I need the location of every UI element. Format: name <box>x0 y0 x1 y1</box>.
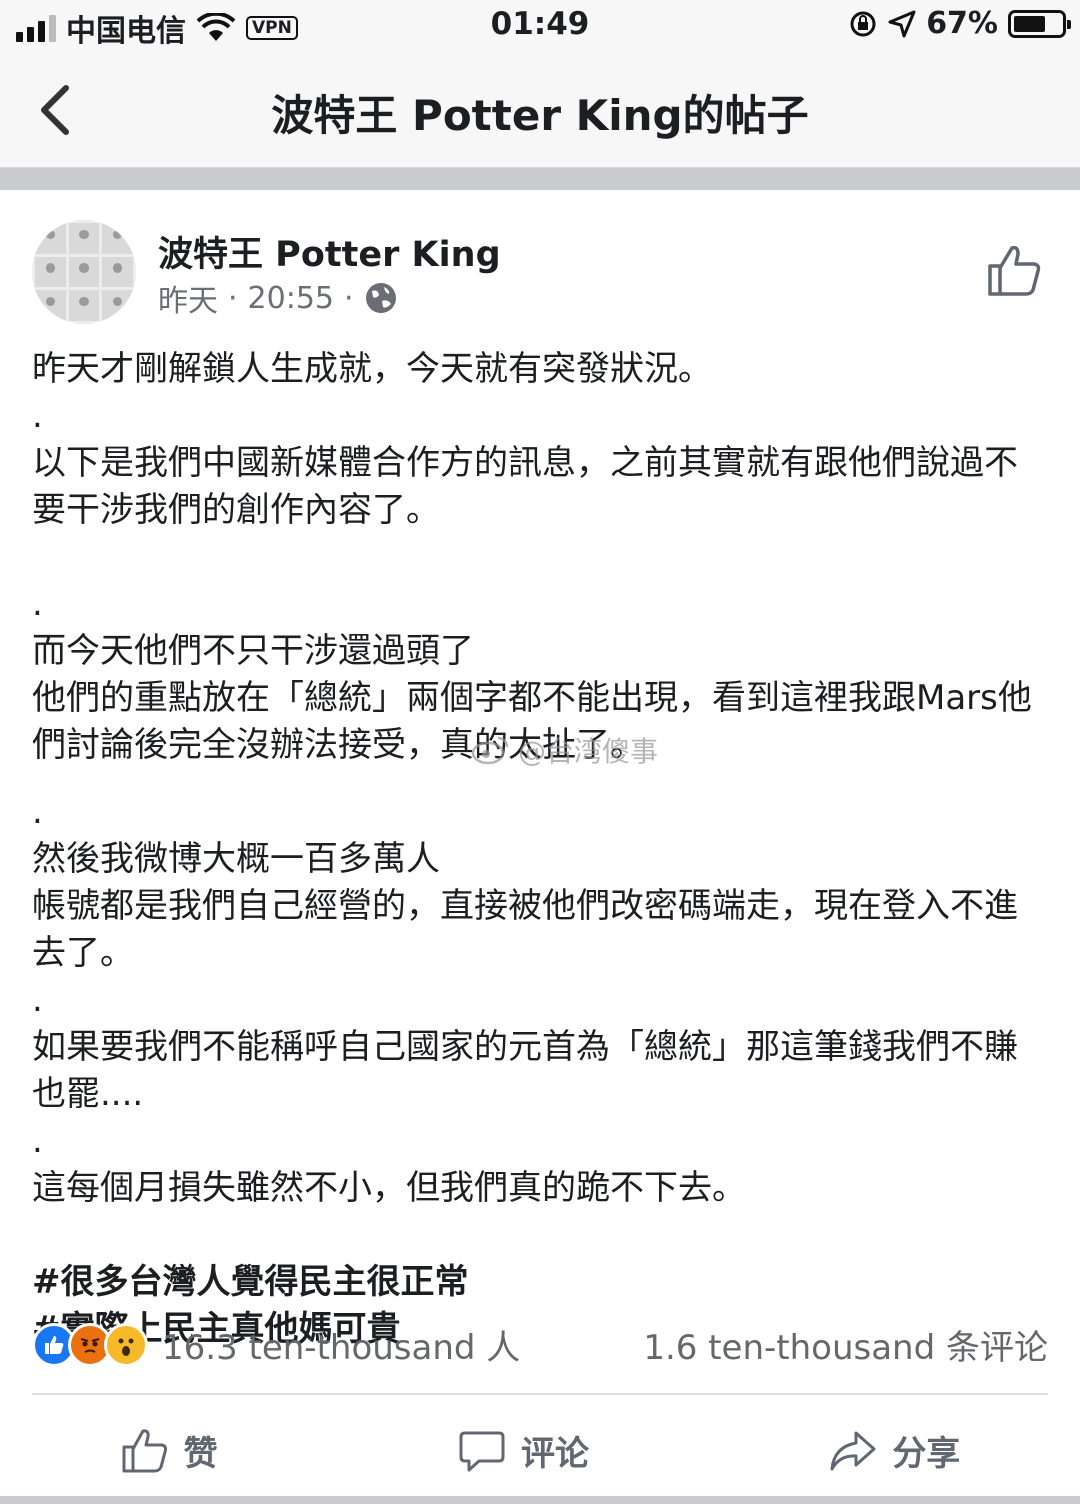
battery-percent: 67% <box>926 6 998 41</box>
divider <box>32 1393 1048 1395</box>
navigation-bar: 波特王 Potter King的帖子 <box>0 50 1080 168</box>
thumbs-up-icon <box>122 1429 167 1473</box>
post-line: . <box>32 792 43 832</box>
comments-count[interactable]: 1.6 ten-thousand 条评论 <box>643 1320 1048 1369</box>
battery-icon <box>1008 9 1071 38</box>
thumbs-up-icon[interactable] <box>984 240 1044 300</box>
post-line: 這每個月損失雖然不小，但我們真的跪不下去。 <box>32 1168 746 1208</box>
meta-separator: · <box>228 280 238 316</box>
status-right: 67% <box>848 6 1071 41</box>
comment-label: 评论 <box>520 1433 589 1474</box>
like-label: 赞 <box>183 1433 218 1474</box>
post-line: 然後我微博大概一百多萬人 <box>32 839 440 879</box>
like-button[interactable]: 赞 <box>120 1425 218 1475</box>
post-line: . <box>32 584 43 624</box>
post-line: 以下是我們中國新媒體合作方的訊息，之前其實就有跟他們說過不要干涉我們的創作內容了… <box>32 443 1018 530</box>
location-icon <box>888 10 916 37</box>
share-button[interactable]: 分享 <box>828 1425 960 1475</box>
post-line: . <box>32 396 43 436</box>
action-bar: 赞 评论 分享 <box>0 1405 1080 1495</box>
hashtag-link[interactable]: #很多台灣人覺得民主很正常 <box>32 1259 1048 1306</box>
bottom-divider <box>0 1496 1080 1504</box>
section-divider <box>0 168 1080 190</box>
reactions-summary[interactable]: 16.3 ten-thousand 人 <box>32 1320 520 1369</box>
weibo-logo-icon <box>471 736 509 765</box>
battery-fill <box>1014 15 1045 32</box>
post-time[interactable]: 20:55 <box>248 281 334 316</box>
post-line: 帳號都是我們自己經營的，直接被他們改密碼端走，現在登入不進去了。 <box>32 886 1018 973</box>
watermark: @台湾傻事 <box>470 730 658 770</box>
post-body: 昨天才剛解鎖人生成就，今天就有突發狀況。 . 以下是我們中國新媒體合作方的訊息，… <box>32 346 1048 1353</box>
share-label: 分享 <box>892 1433 961 1474</box>
page-title: 波特王 Potter King的帖子 <box>271 91 809 140</box>
meta-separator-2: · <box>344 280 354 316</box>
post-line: 而今天他們不只干涉還過頭了 <box>32 631 474 671</box>
post-meta: 昨天 · 20:55 · <box>158 276 398 320</box>
post-line: 昨天才剛解鎖人生成就，今天就有突發狀況。 <box>32 349 712 389</box>
globe-icon <box>365 283 396 313</box>
post-date: 昨天 <box>158 284 218 319</box>
post-line: 如果要我們不能稱呼自己國家的元首為「總統」那這筆錢我們不賺也罷.... <box>32 1027 1018 1114</box>
wow-reaction-icon <box>104 1322 148 1367</box>
post-line: . <box>32 1121 43 1161</box>
reactions-count: 16.3 ten-thousand 人 <box>162 1328 521 1368</box>
watermark-text: @台湾傻事 <box>518 735 659 768</box>
author-name[interactable]: 波特王 Potter King <box>158 226 501 277</box>
comment-button[interactable]: 评论 <box>457 1425 589 1475</box>
status-bar: 中国电信 VPN 01:49 67% <box>0 0 1080 50</box>
rotation-lock-icon <box>850 11 876 36</box>
avatar[interactable] <box>32 220 136 324</box>
comment-bubble-icon <box>459 1431 505 1472</box>
post-line: . <box>32 980 43 1020</box>
share-arrow-icon <box>830 1431 876 1471</box>
